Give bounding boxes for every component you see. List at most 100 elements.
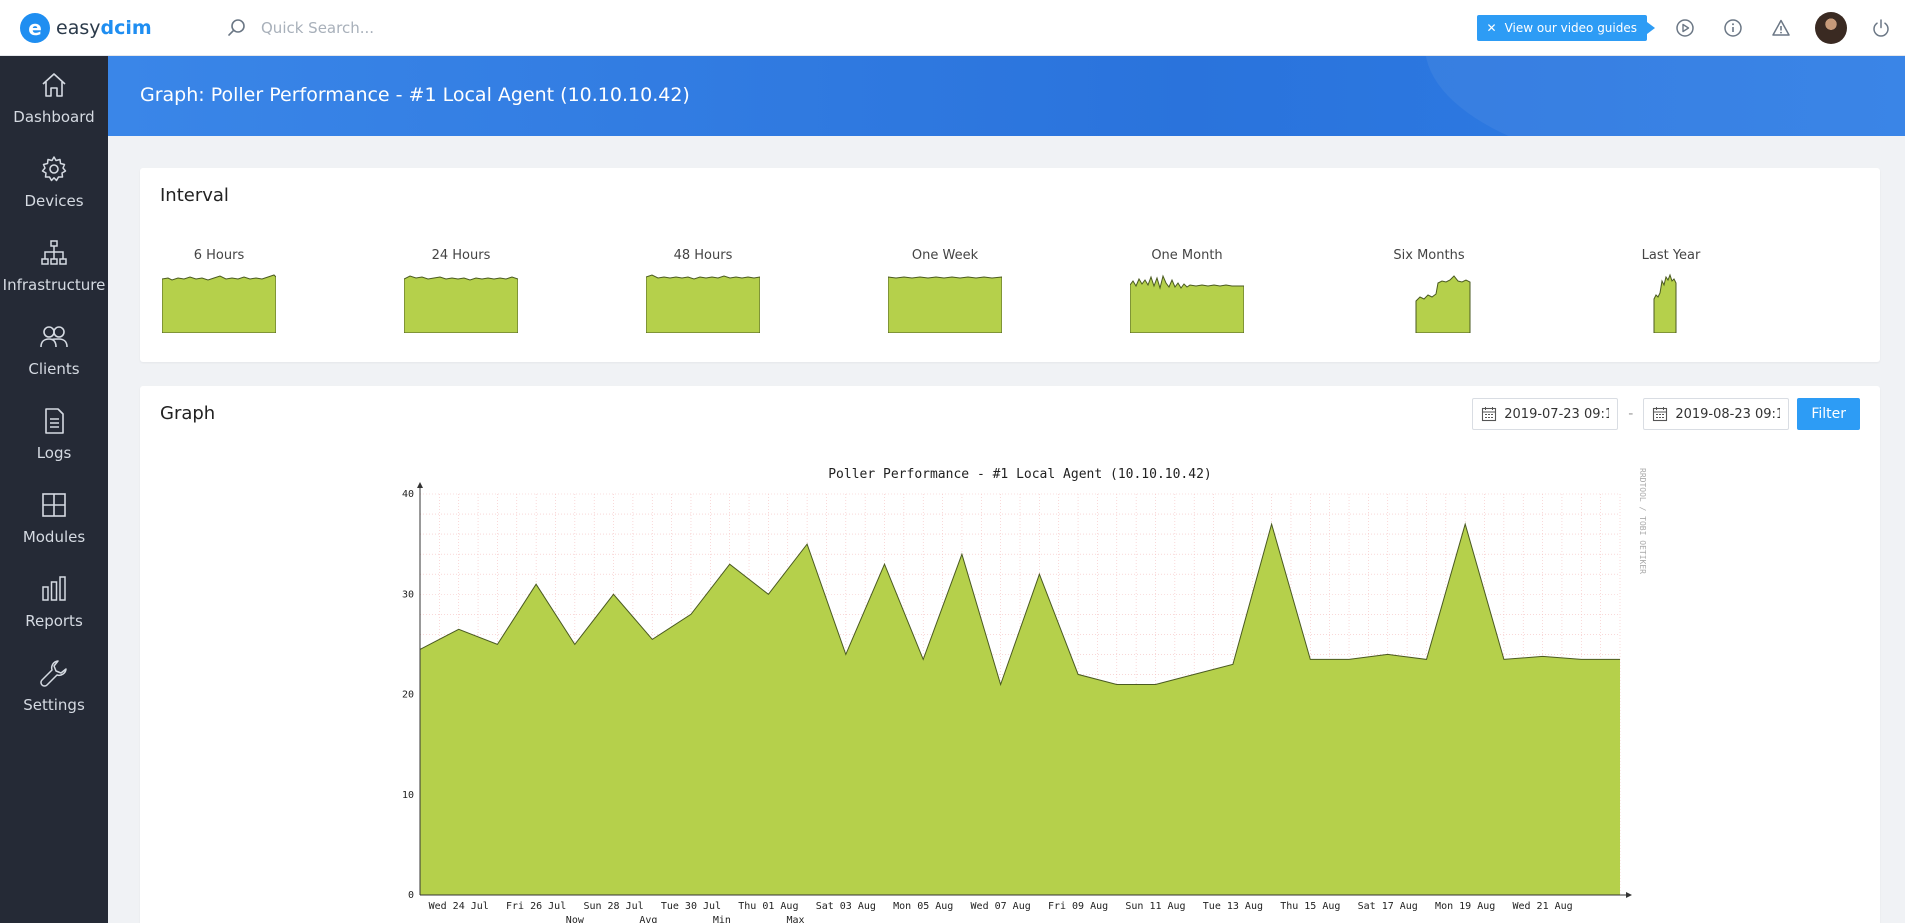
sidebar-item-label: Devices (24, 192, 84, 210)
y-tick-label: 0 (408, 890, 414, 901)
graph-card: Graph 2019-07-23 09:1 - 2019-08-23 09:1 … (140, 386, 1880, 923)
page-header: Graph: Poller Performance - #1 Local Age… (108, 56, 1905, 136)
x-tick-label: Sun 28 Jul (583, 901, 643, 912)
sidebar: Dashboard Devices Infrastructure Clients… (0, 56, 108, 923)
legend-label: Avg (639, 915, 657, 923)
gear-icon (41, 156, 67, 182)
interval-thumb-label: 6 Hours (193, 248, 245, 263)
sidebar-item-reports[interactable]: Reports (0, 560, 108, 644)
bar-chart-icon (42, 576, 66, 601)
interval-thumb-label: Six Months (1393, 248, 1465, 263)
quick-search (227, 18, 561, 38)
avatar[interactable] (1815, 12, 1847, 44)
x-tick-label: Sat 17 Aug (1358, 901, 1418, 912)
sidebar-item-label: Dashboard (13, 108, 95, 126)
grid-icon (42, 493, 66, 517)
sidebar-item-modules[interactable]: Modules (0, 476, 108, 560)
logo-text-post: dcim (100, 16, 152, 39)
users-icon (40, 326, 68, 348)
x-tick-label: Wed 21 Aug (1512, 901, 1572, 912)
x-tick-label: Mon 19 Aug (1435, 901, 1495, 912)
sidebar-item-label: Logs (36, 444, 72, 462)
sidebar-item-label: Infrastructure (2, 276, 106, 294)
interval-thumb-label: 48 Hours (673, 248, 733, 263)
x-tick-label: Thu 01 Aug (738, 901, 798, 912)
y-tick-label: 30 (402, 589, 414, 600)
interval-thumb-48-hours[interactable]: 48 Hours (646, 248, 760, 333)
x-tick-label: Wed 07 Aug (971, 901, 1031, 912)
interval-card: Interval 6 Hours 24 Hours 48 Hours One W… (140, 168, 1880, 362)
search-icon[interactable] (227, 18, 247, 38)
x-tick-label: Tue 30 Jul (661, 901, 721, 912)
sidebar-item-devices[interactable]: Devices (0, 140, 108, 224)
sidebar-item-dashboard[interactable]: Dashboard (0, 56, 108, 140)
alert-icon[interactable] (1757, 0, 1805, 56)
interval-thumb-24-hours[interactable]: 24 Hours (404, 248, 518, 333)
y-tick-label: 40 (402, 489, 414, 500)
logo-text-pre: easy (56, 16, 101, 39)
network-icon (41, 240, 67, 265)
series-area (420, 524, 1620, 895)
sidebar-item-logs[interactable]: Logs (0, 392, 108, 476)
y-tick-label: 10 (402, 790, 414, 801)
legend-label: Min (713, 915, 731, 923)
video-guides-button[interactable]: ✕ View our video guides (1476, 15, 1656, 41)
thumb-graph (162, 274, 276, 333)
power-icon[interactable] (1857, 0, 1905, 56)
interval-thumb-label: One Week (911, 248, 979, 263)
sidebar-item-label: Clients (28, 360, 80, 378)
sidebar-item-label: Settings (23, 696, 85, 714)
x-tick-label: Fri 26 Jul (506, 901, 566, 912)
legend-label: Now (566, 915, 585, 923)
x-tick-label: Fri 09 Aug (1048, 901, 1108, 912)
sidebar-item-settings[interactable]: Settings (0, 644, 108, 728)
logo-text: easydcim (56, 17, 152, 39)
close-icon[interactable]: ✕ (1487, 21, 1497, 35)
sidebar-item-infrastructure[interactable]: Infrastructure (0, 224, 108, 308)
page-title: Graph: Poller Performance - #1 Local Age… (140, 84, 690, 106)
thumb-graph (1653, 273, 1677, 333)
header-decoration (1425, 56, 1905, 136)
thumb-graph (1415, 275, 1471, 333)
interval-thumb-label: 24 Hours (431, 248, 491, 263)
x-tick-label: Sun 11 Aug (1125, 901, 1185, 912)
sidebar-item-label: Modules (22, 528, 86, 546)
x-tick-label: Sat 03 Aug (816, 901, 876, 912)
interval-thumb-one-week[interactable]: One Week (888, 248, 1002, 333)
y-tick-label: 20 (402, 690, 414, 701)
legend-label: Max (786, 915, 804, 923)
top-bar: e easydcim ✕ View our video guides (0, 0, 1905, 56)
x-tick-label: Thu 15 Aug (1280, 901, 1340, 912)
search-input[interactable] (261, 18, 561, 37)
interval-thumb-label: One Month (1151, 248, 1223, 263)
x-tick-label: Tue 13 Aug (1203, 901, 1263, 912)
video-guides-label: View our video guides (1504, 21, 1637, 35)
thumb-graph (1130, 274, 1244, 333)
top-right-actions: ✕ View our video guides (1476, 0, 1905, 56)
thumb-graph (646, 274, 760, 333)
interval-thumb-label: Last Year (1641, 248, 1701, 263)
interval-thumb-last-year[interactable]: Last Year (1614, 248, 1728, 333)
thumb-graph (404, 275, 518, 333)
performance-chart: Poller Performance - #1 Local Agent (10.… (402, 467, 1647, 923)
chart-watermark: RRDTOOL / TOBI OETIKER (1638, 468, 1647, 574)
chart-title: Poller Performance - #1 Local Agent (10.… (828, 467, 1212, 482)
interval-thumb-one-month[interactable]: One Month (1130, 248, 1244, 333)
interval-title: Interval (160, 185, 229, 206)
y-axis-arrow (417, 482, 423, 488)
x-axis-arrow (1626, 892, 1632, 898)
sidebar-item-label: Reports (25, 612, 83, 630)
thumb-graph (888, 276, 1002, 333)
document-icon (45, 408, 64, 434)
info-icon[interactable] (1709, 0, 1757, 56)
home-icon (42, 73, 66, 97)
x-tick-label: Wed 24 Jul (429, 901, 489, 912)
play-circle-icon[interactable] (1661, 0, 1709, 56)
logo[interactable]: e easydcim (20, 12, 195, 43)
interval-thumb-six-months[interactable]: Six Months (1372, 248, 1486, 333)
sidebar-item-clients[interactable]: Clients (0, 308, 108, 392)
logo-mark: e (20, 12, 50, 43)
wrench-icon (40, 660, 67, 687)
interval-thumb-6-hours[interactable]: 6 Hours (162, 248, 276, 333)
x-tick-label: Mon 05 Aug (893, 901, 953, 912)
